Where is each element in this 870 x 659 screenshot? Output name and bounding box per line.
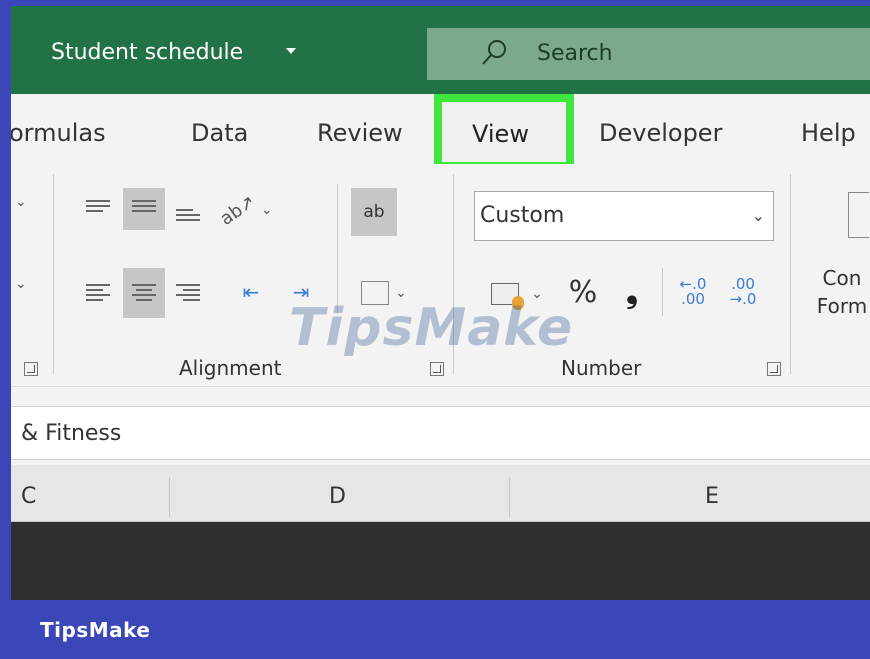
top-align-button[interactable]: [81, 192, 115, 226]
decrease-decimal-button[interactable]: .00 →.0: [721, 270, 765, 314]
wrap-text-button[interactable]: ab: [351, 188, 397, 236]
tab-view[interactable]: View: [434, 94, 574, 170]
sheet-area-dark: [11, 522, 870, 600]
conditional-formatting-button[interactable]: Con Form: [814, 264, 870, 334]
search-label: Search: [537, 41, 613, 66]
align-right-icon: [176, 284, 200, 302]
tab-developer[interactable]: Developer: [599, 119, 722, 147]
title-dropdown-icon[interactable]: [286, 48, 296, 54]
align-right-button[interactable]: [171, 276, 205, 310]
frame-left-border: [0, 0, 11, 659]
column-separator-2[interactable]: [509, 477, 510, 517]
decrease-decimal-icon: .00 →.0: [729, 275, 757, 308]
middle-align-button[interactable]: [123, 188, 165, 230]
top-align-icon: [86, 200, 110, 218]
number-format-separator: [662, 268, 663, 316]
image-frame: Student schedule Search ormulas Data Rev…: [0, 0, 870, 659]
partial-dropdown-icon[interactable]: ⌄: [15, 194, 27, 210]
comma-style-button[interactable]: ❟: [615, 272, 649, 312]
group-separator-inner: [337, 184, 338, 314]
cond-format-label-1: Con: [822, 266, 862, 290]
watermark: TipsMake: [289, 298, 574, 358]
column-header-e[interactable]: E: [705, 484, 719, 509]
tab-view-label: View: [472, 120, 529, 148]
bottom-align-icon: [176, 209, 200, 227]
column-separator[interactable]: [169, 477, 170, 517]
tab-formulas[interactable]: ormulas: [11, 119, 106, 147]
tab-data[interactable]: Data: [191, 119, 248, 147]
column-header-d[interactable]: D: [329, 484, 346, 509]
decrease-indent-button[interactable]: ⇤: [231, 274, 271, 310]
number-group-label: Number: [561, 356, 642, 380]
alignment-dialog-launcher-icon[interactable]: [430, 362, 444, 376]
tab-help[interactable]: Help: [801, 119, 856, 147]
title-bar: Student schedule Search: [11, 6, 870, 94]
number-format-value: Custom: [480, 203, 565, 228]
font-dialog-launcher-icon[interactable]: [24, 362, 38, 376]
center-button[interactable]: [123, 268, 165, 318]
footer-brand: TipsMake: [40, 618, 151, 642]
decrease-indent-icon: ⇤: [242, 280, 260, 304]
excel-window: Student schedule Search ormulas Data Rev…: [11, 6, 870, 600]
search-icon: [482, 40, 506, 65]
wrap-text-icon: ab: [363, 202, 385, 222]
alignment-group-label: Alignment: [179, 356, 282, 380]
orientation-dropdown-icon: ⌄: [260, 202, 273, 218]
conditional-format-icon: [847, 190, 870, 240]
orientation-icon: ab↗: [216, 190, 260, 230]
align-left-icon: [86, 284, 110, 302]
bottom-align-button[interactable]: [171, 194, 205, 232]
group-separator-3: [790, 174, 791, 374]
chevron-down-icon: ⌄: [751, 206, 765, 225]
column-header-c[interactable]: C: [21, 484, 36, 509]
cond-format-label-2: Form: [816, 294, 868, 318]
workbook-title[interactable]: Student schedule: [51, 40, 243, 65]
align-left-button[interactable]: [81, 276, 115, 310]
formula-bar[interactable]: & Fitness: [11, 406, 870, 460]
group-separator: [53, 174, 54, 374]
center-icon: [132, 284, 156, 302]
formula-bar-content: & Fitness: [21, 421, 122, 446]
comma-icon: ❟: [626, 274, 638, 310]
increase-decimal-icon: ←.0.00: [679, 275, 707, 308]
ribbon-divider: [11, 386, 870, 387]
orientation-button[interactable]: ab↗ ⌄: [211, 190, 281, 230]
column-headers: C D E: [11, 465, 870, 522]
increase-decimal-button[interactable]: ←.0.00: [671, 270, 715, 314]
search-box[interactable]: Search: [427, 28, 870, 80]
middle-align-icon: [132, 200, 156, 218]
number-format-select[interactable]: Custom ⌄: [474, 191, 774, 241]
partial-dropdown-icon-2[interactable]: ⌄: [15, 276, 27, 292]
number-dialog-launcher-icon[interactable]: [767, 362, 781, 376]
tab-review[interactable]: Review: [317, 119, 403, 147]
